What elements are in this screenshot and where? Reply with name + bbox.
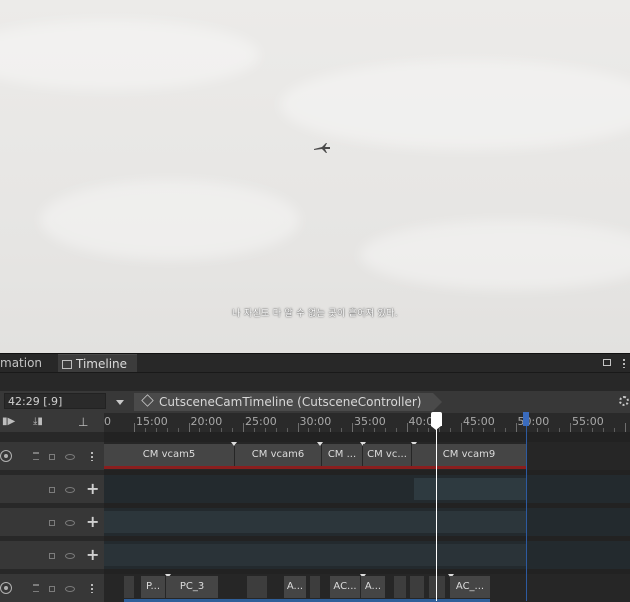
lock-icon[interactable] xyxy=(603,359,611,366)
film-icon xyxy=(62,360,72,369)
ruler-time-label: 25:00 xyxy=(245,415,277,428)
track-header-4[interactable]: + xyxy=(0,541,104,569)
ruler-major-tick xyxy=(461,423,462,432)
pin-icon[interactable]: ⊥ xyxy=(78,416,88,428)
clip-cm-vcam8[interactable]: CM vc... xyxy=(363,444,411,466)
clip[interactable]: A... xyxy=(284,576,306,598)
timeline-toolbar: 42:29 [.9] CutsceneCamTimeline (Cutscene… xyxy=(0,391,630,414)
clip-cm-vcam6[interactable]: CM vcam6 xyxy=(235,444,321,466)
gear-icon[interactable] xyxy=(619,396,629,406)
breadcrumb[interactable]: CutsceneCamTimeline (CutsceneController) xyxy=(134,393,443,411)
clip[interactable]: AC... xyxy=(330,576,360,598)
clip[interactable] xyxy=(410,576,424,598)
clip-cm-vcam7[interactable]: CM ... xyxy=(322,444,362,466)
eye-icon[interactable] xyxy=(65,520,75,526)
track-header-5[interactable] xyxy=(0,574,104,602)
lock-icon[interactable] xyxy=(49,454,55,460)
track-header-3[interactable]: + xyxy=(0,508,104,536)
tab-animation[interactable]: mation xyxy=(0,354,42,372)
cloud xyxy=(360,220,630,290)
timeline-end-line xyxy=(526,412,527,601)
track-header-2[interactable]: + xyxy=(0,475,104,503)
tab-bar-divider xyxy=(0,372,630,373)
eye-icon[interactable] xyxy=(65,553,75,559)
cloud xyxy=(280,60,630,150)
track-clip-bar xyxy=(104,466,526,469)
track-header-cinemachine[interactable] xyxy=(0,442,104,470)
record-icon[interactable] xyxy=(0,450,12,462)
eye-icon[interactable] xyxy=(65,487,75,493)
ruler-time-label: 0 xyxy=(104,415,111,428)
clip-pc3[interactable]: PC_3 xyxy=(166,576,218,598)
ruler-time-label: 55:00 xyxy=(572,415,604,428)
ruler-major-tick xyxy=(134,423,135,432)
ruler-major-tick xyxy=(570,423,571,432)
lock-icon[interactable] xyxy=(49,553,55,559)
frame-next-icon[interactable]: ▮▶ xyxy=(2,416,15,428)
track-row-cinemachine: CM vcam5 CM vcam6 CM ... CM vc... CM vca… xyxy=(104,442,630,470)
clip[interactable] xyxy=(429,576,445,598)
lock-icon[interactable] xyxy=(49,520,55,526)
game-view: 나 자신도 다 알 수 없는 곳이 흩어져 있다. xyxy=(0,0,630,353)
clip[interactable] xyxy=(124,576,134,598)
chevron-down-icon[interactable] xyxy=(116,400,124,405)
kebab-menu-icon[interactable] xyxy=(91,583,93,593)
ruler-major-tick xyxy=(188,423,190,432)
clip-cm-vcam5[interactable]: CM vcam5 xyxy=(104,444,234,466)
track-clip-block[interactable] xyxy=(104,511,526,533)
time-ruler[interactable]: 0 15:00 20:00 25:00 30:00 35:00 40:00 45:00 50:0… xyxy=(104,413,630,432)
track-row-2 xyxy=(104,475,630,503)
clip[interactable] xyxy=(310,576,320,598)
kebab-menu-icon[interactable] xyxy=(91,451,93,461)
ruler-time-label: 45:00 xyxy=(463,415,495,428)
clip[interactable] xyxy=(394,576,406,598)
ruler-time-label: 15:00 xyxy=(136,415,168,428)
cloud xyxy=(40,180,300,260)
playhead-line xyxy=(436,412,437,601)
clip[interactable]: AC_... xyxy=(450,576,490,598)
add-icon[interactable]: + xyxy=(86,514,99,530)
ruler-time-label: 20:00 xyxy=(190,415,223,428)
clip-cm-vcam9[interactable]: CM vcam9 xyxy=(412,444,526,466)
ruler-major-tick xyxy=(406,423,408,432)
cloud xyxy=(0,20,260,90)
track-clip-block[interactable] xyxy=(414,478,526,500)
track-row-5: P... PC_3 A... AC... A... AC_... xyxy=(104,574,630,602)
ruler-time-label: 35:00 xyxy=(354,415,386,428)
eye-icon[interactable] xyxy=(65,586,75,592)
gameobject-icon xyxy=(141,394,154,407)
add-icon[interactable]: + xyxy=(86,481,99,497)
subtitle-text: 나 자신도 다 알 수 없는 곳이 흩어져 있다. xyxy=(232,309,398,319)
pin-icon[interactable] xyxy=(33,452,39,460)
timeline-panel: mation Timeline 42:29 [.9] CutsceneCamTi… xyxy=(0,353,630,602)
clip[interactable]: A... xyxy=(361,576,385,598)
clip[interactable] xyxy=(247,576,267,598)
ruler-major-tick xyxy=(243,423,244,432)
tab-timeline[interactable]: Timeline xyxy=(58,354,138,373)
lock-icon[interactable] xyxy=(49,487,55,493)
track-row-4 xyxy=(104,541,630,569)
lock-icon[interactable] xyxy=(49,586,55,592)
jet-icon xyxy=(314,143,330,153)
record-icon[interactable] xyxy=(0,582,12,594)
track-row-3 xyxy=(104,508,630,536)
ruler-major-tick xyxy=(624,423,626,432)
add-keyframe-icon[interactable]: ⤓▮ xyxy=(33,416,43,428)
track-clip-block[interactable] xyxy=(104,544,526,566)
eye-icon[interactable] xyxy=(65,454,75,460)
ruler-time-label: 30:00 xyxy=(299,415,332,428)
add-icon[interactable]: + xyxy=(86,547,99,563)
current-time-field[interactable]: 42:29 [.9] xyxy=(4,393,106,409)
kebab-menu-icon[interactable] xyxy=(623,358,625,368)
clip[interactable]: P... xyxy=(141,576,165,598)
ruler-major-tick xyxy=(352,423,353,432)
ruler-major-tick xyxy=(297,423,299,432)
ruler-major-tick xyxy=(515,423,517,432)
timeline-end-marker[interactable] xyxy=(523,412,529,426)
pin-icon[interactable] xyxy=(33,584,39,592)
playhead-handle[interactable] xyxy=(431,412,442,430)
track-header-toolbar: ▮▶ ⤓▮ ⊥ xyxy=(0,413,104,432)
